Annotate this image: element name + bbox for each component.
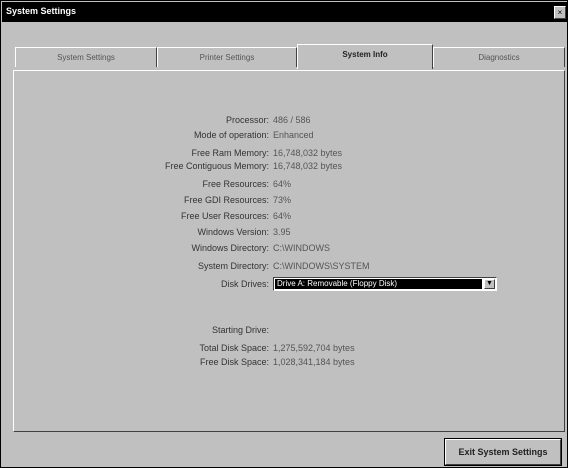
tab-printer-settings[interactable]: Printer Settings (157, 47, 297, 67)
window-title: System Settings (6, 6, 77, 16)
tab-label: System Info (342, 50, 388, 59)
free-contiguous-row: Free Contiguous Memory: (1, 159, 269, 173)
tab-diagnostics[interactable]: Diagnostics (433, 47, 565, 67)
windows-version-label: Windows Version: (197, 227, 269, 237)
starting-drive-label: Starting Drive: (211, 325, 269, 335)
tab-strip: System Settings Printer Settings System … (15, 44, 565, 71)
system-directory-value: C:\WINDOWS\SYSTEM (273, 261, 370, 271)
processor-label: Processor: (225, 115, 269, 125)
mode-value: Enhanced (273, 130, 314, 140)
tab-system-info[interactable]: System Info (297, 44, 433, 69)
free-ram-row: Free Ram Memory: (1, 146, 269, 160)
title-bar[interactable]: System Settings × (2, 2, 568, 22)
free-resources-label: Free Resources: (202, 179, 269, 189)
free-disk-row: Free Disk Space: (1, 355, 269, 369)
tab-label: Diagnostics (478, 53, 520, 62)
free-ram-label: Free Ram Memory: (191, 148, 269, 158)
free-user-label: Free User Resources: (180, 211, 269, 221)
windows-directory-row: Windows Directory: (1, 241, 269, 255)
windows-version-row: Windows Version: (1, 225, 269, 239)
tab-label: System Settings (57, 53, 115, 62)
chevron-down-icon[interactable]: ▼ (484, 279, 495, 289)
windows-directory-value: C:\WINDOWS (273, 243, 330, 253)
system-settings-window: System Settings × System Settings Printe… (0, 0, 568, 468)
total-disk-row: Total Disk Space: (1, 341, 269, 355)
free-gdi-label: Free GDI Resources: (183, 195, 269, 205)
free-disk-value: 1,028,341,184 bytes (273, 357, 355, 367)
free-gdi-row: Free GDI Resources: (1, 193, 269, 207)
free-contiguous-label: Free Contiguous Memory: (164, 161, 269, 171)
tab-system-settings[interactable]: System Settings (15, 47, 157, 67)
close-icon[interactable]: × (554, 6, 566, 19)
processor-value: 486 / 586 (273, 115, 311, 125)
free-contiguous-value: 16,748,032 bytes (273, 161, 343, 171)
mode-row: Mode of operation: (1, 128, 269, 142)
free-user-value: 64% (273, 211, 292, 221)
free-gdi-value: 73% (273, 195, 292, 205)
free-user-row: Free User Resources: (1, 209, 269, 223)
total-disk-label: Total Disk Space: (199, 343, 269, 353)
free-resources-row: Free Resources: (1, 177, 269, 191)
disk-drives-label: Disk Drives: (220, 279, 269, 289)
free-resources-value: 64% (273, 179, 292, 189)
free-disk-label: Free Disk Space: (199, 357, 269, 367)
disk-drives-selected-value: Drive A: Removable (Floppy Disk) (275, 279, 482, 289)
starting-drive-row: Starting Drive: (1, 323, 269, 337)
system-directory-row: System Directory: (1, 259, 269, 273)
free-ram-value: 16,748,032 bytes (273, 148, 343, 158)
mode-label: Mode of operation: (193, 130, 269, 140)
tab-label: Printer Settings (199, 53, 255, 62)
windows-directory-label: Windows Directory: (191, 243, 269, 253)
system-directory-label: System Directory: (197, 261, 269, 271)
processor-row: Processor: (1, 113, 269, 127)
total-disk-value: 1,275,592,704 bytes (273, 343, 355, 353)
disk-drives-select[interactable]: Drive A: Removable (Floppy Disk) ▼ (273, 277, 497, 291)
exit-system-settings-button[interactable]: Exit System Settings (444, 438, 562, 466)
disk-drives-row: Disk Drives: (1, 277, 269, 291)
windows-version-value: 3.95 (273, 227, 291, 237)
